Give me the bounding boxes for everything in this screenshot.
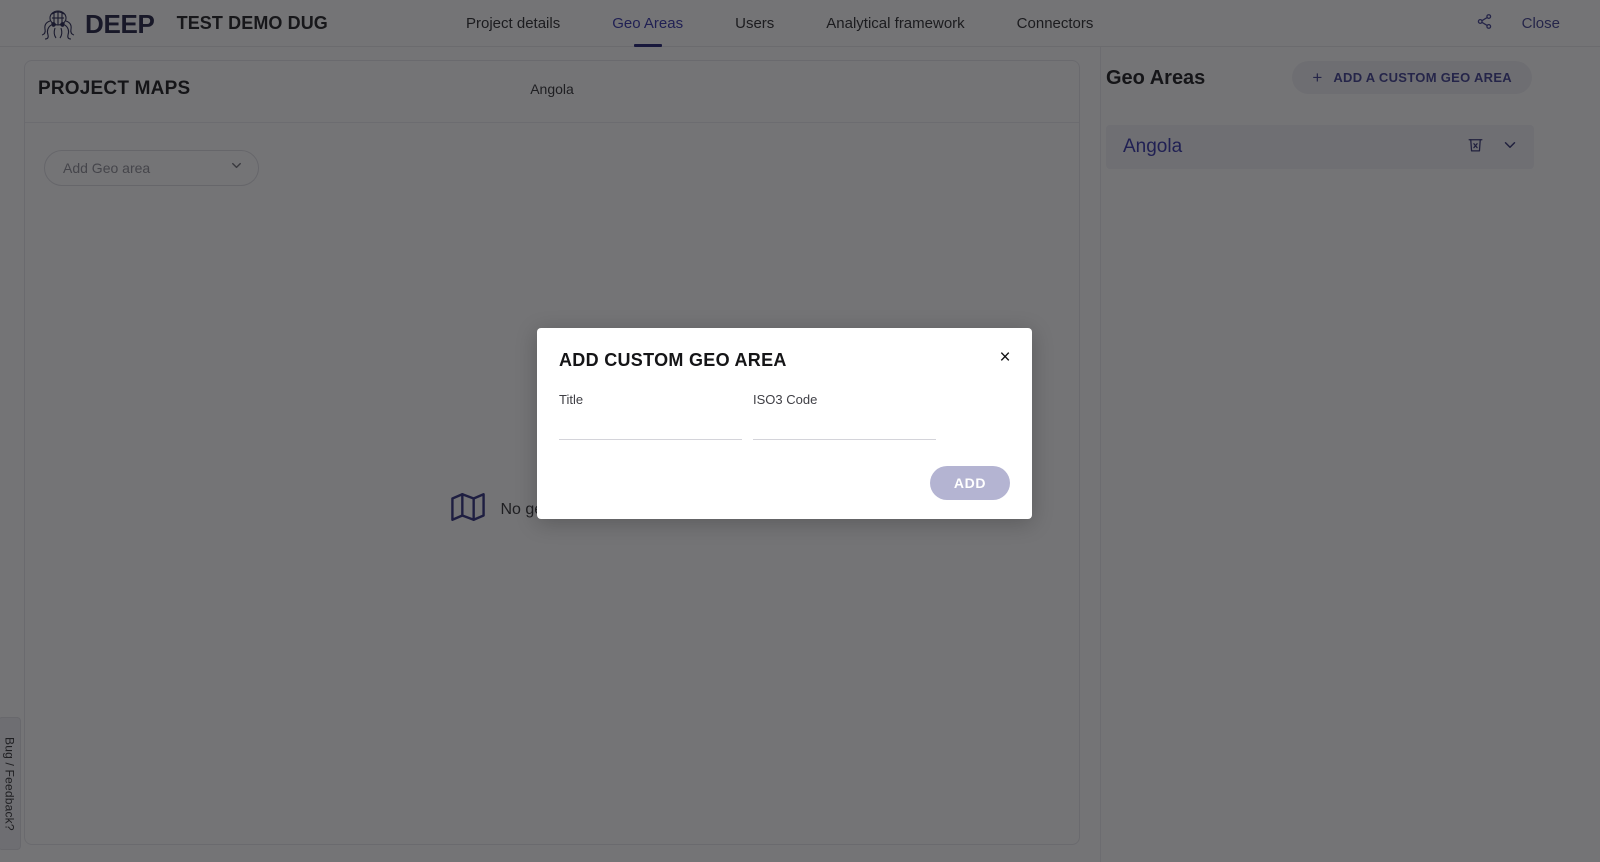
title-field-group: Title <box>559 392 742 440</box>
title-input[interactable] <box>559 411 742 440</box>
title-field-label: Title <box>559 392 584 407</box>
iso3-code-field-label: ISO3 Code <box>753 392 818 407</box>
close-icon[interactable]: × <box>993 345 1017 369</box>
modal-title: ADD CUSTOM GEO AREA <box>559 350 787 370</box>
iso3-code-field-group: ISO3 Code <box>753 392 936 440</box>
iso3-code-input[interactable] <box>753 411 936 440</box>
add-custom-geo-area-modal: ADD CUSTOM GEO AREA × Title ISO3 Code AD… <box>537 328 1032 519</box>
add-button[interactable]: ADD <box>930 466 1010 500</box>
